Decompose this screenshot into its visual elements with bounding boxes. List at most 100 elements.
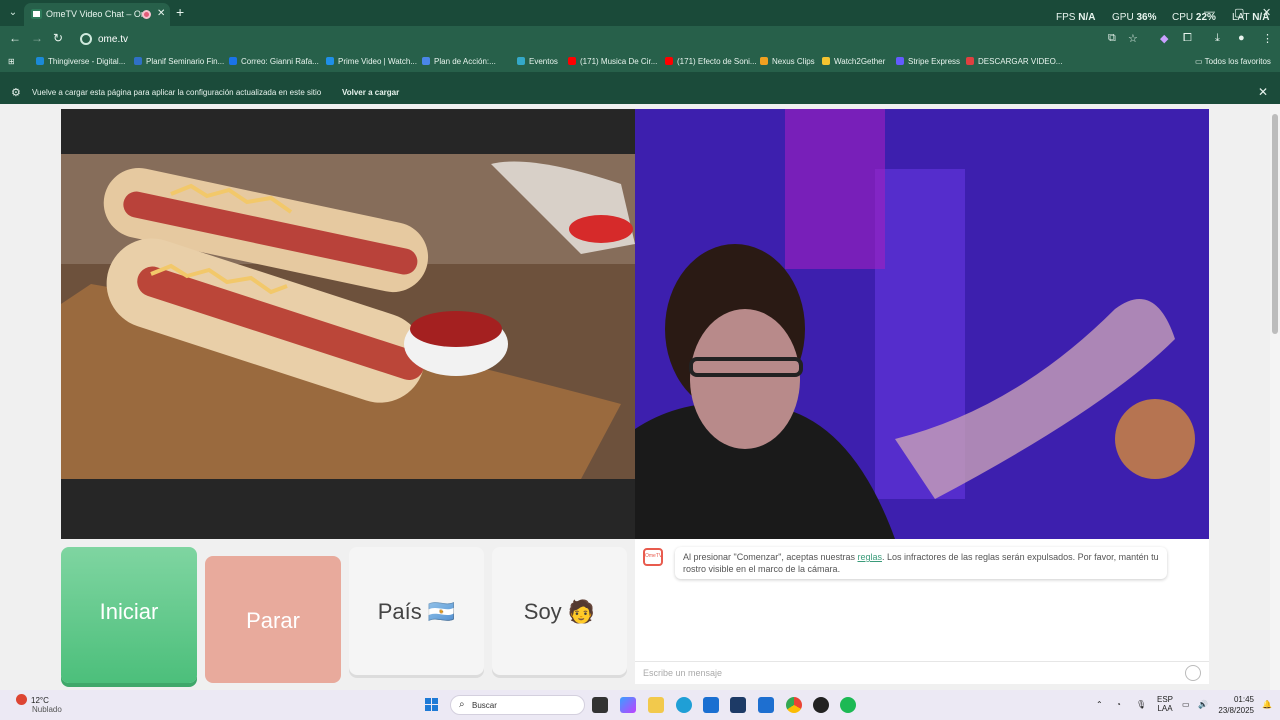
person-emoji-icon: 🧑 — [567, 599, 596, 624]
ometv-favicon — [31, 9, 42, 19]
watch2gether-icon — [822, 57, 830, 65]
back-arrow-icon[interactable]: ← — [9, 31, 21, 45]
language-indicator[interactable]: ESP LAA — [1157, 695, 1173, 713]
bookmark-prime-video[interactable]: Prime Video | Watch... — [326, 57, 417, 66]
page-scrollbar[interactable] — [1270, 104, 1280, 690]
start-button-label: Iniciar — [99, 599, 159, 624]
minimize-button[interactable]: — — [1204, 6, 1215, 18]
tab-close-icon[interactable]: ✕ — [157, 8, 165, 19]
notifications-icon[interactable]: 🔔 — [1262, 700, 1272, 709]
microphone-icon[interactable]: 🎙 — [1136, 700, 1146, 709]
tab-search-button[interactable]: ⌄ — [4, 4, 22, 22]
bookmark-efecto[interactable]: (171) Efecto de Soni... — [665, 57, 757, 66]
thingiverse-icon — [36, 57, 44, 65]
argentina-flag-icon: 🇦🇷 — [427, 599, 456, 624]
bookmarks-bar: ⊞ Thingiverse - Digital... Planif Semina… — [0, 52, 1280, 72]
clock-date: 23/8/2025 — [1218, 706, 1254, 715]
spotify-icon[interactable] — [840, 697, 856, 713]
weather-icon — [16, 694, 27, 705]
bookmark-eventos[interactable]: Eventos — [517, 57, 558, 66]
hotdog-photo — [61, 154, 635, 479]
system-clock[interactable]: 01:45 23/8/2025 — [1214, 694, 1254, 716]
toolbar-divider — [0, 72, 1280, 80]
download-icon — [966, 57, 974, 65]
emoji-icon[interactable] — [1185, 665, 1201, 681]
cast-icon[interactable]: ⧉ — [1108, 32, 1116, 45]
menu-dots-icon[interactable]: ⋮ — [1262, 32, 1273, 45]
task-view-icon[interactable] — [592, 697, 608, 713]
stripe-icon — [896, 57, 904, 65]
bookmark-musica[interactable]: (171) Musica De Cir... — [568, 57, 657, 66]
downloads-icon[interactable]: ⤓ — [1215, 32, 1220, 45]
infobar-close-icon[interactable]: ✕ — [1258, 85, 1268, 99]
eventos-icon — [517, 57, 525, 65]
stop-button[interactable]: Parar — [205, 556, 341, 683]
bookmark-thingiverse[interactable]: Thingiverse - Digital... — [36, 57, 125, 66]
outlook-app-icon[interactable] — [703, 697, 719, 713]
reload-page-button[interactable]: Volver a cargar — [342, 88, 399, 97]
store-icon[interactable] — [730, 697, 746, 713]
gpu-readout: GPU 36% — [1112, 12, 1157, 23]
bookmark-plan-accion[interactable]: Plan de Acción:... — [422, 57, 496, 66]
weather-condition: Nublado — [32, 705, 62, 714]
self-camera-video — [635, 109, 1209, 539]
extensions-icon[interactable]: ⧠ — [1183, 32, 1192, 45]
copilot-icon[interactable]: ◆ — [1160, 32, 1168, 45]
rules-notice: Al presionar "Comenzar", aceptas nuestra… — [675, 547, 1167, 579]
youtube-icon — [665, 57, 673, 65]
tray-overflow-icon[interactable]: ⌃ — [1096, 700, 1103, 709]
site-info-icon[interactable] — [80, 33, 92, 45]
apps-grid-icon[interactable]: ⊞ — [8, 57, 15, 66]
settings-gear-icon: ⚙ — [11, 87, 21, 99]
profile-avatar-icon[interactable]: ● — [1238, 32, 1245, 44]
network-icon[interactable]: ▭ — [1182, 700, 1190, 709]
new-tab-button[interactable]: + — [176, 4, 184, 20]
windows-start-icon[interactable] — [425, 698, 439, 712]
copilot-app-icon[interactable] — [620, 697, 636, 713]
temperature: 12°C — [31, 696, 49, 705]
clock-time: 01:45 — [1233, 695, 1254, 704]
file-explorer-icon[interactable] — [648, 697, 664, 713]
reload-icon[interactable]: ↻ — [53, 31, 63, 45]
volume-icon[interactable]: 🔊 — [1198, 700, 1208, 709]
bookmark-planif[interactable]: Planif Seminario Fin... — [134, 57, 224, 66]
ometv-logo-icon: OmeTV — [643, 548, 663, 566]
bookmark-stripe[interactable]: Stripe Express — [896, 57, 960, 66]
start-button[interactable]: Iniciar — [61, 547, 197, 683]
folder-icon: ▭ — [1195, 57, 1205, 66]
reload-infobar: ⚙ Vuelve a cargar esta página para aplic… — [0, 80, 1280, 104]
active-tab[interactable]: OmeTV Video Chat – Ome ✕ — [24, 3, 170, 26]
weather-widget[interactable]: 12°C Nublado — [16, 694, 62, 714]
cpu-label: CPU — [1172, 12, 1194, 23]
trello-icon — [134, 57, 142, 65]
bookmark-nexus-clips[interactable]: Nexus Clips — [760, 57, 815, 66]
bookmark-correo[interactable]: Correo: Gianni Rafa... — [229, 57, 319, 66]
nexus-icon — [760, 57, 768, 65]
address-bar[interactable]: ome.tv — [72, 29, 1152, 50]
rules-link[interactable]: reglas — [857, 552, 882, 562]
taskbar-search-placeholder: Buscar — [472, 701, 497, 710]
obs-icon[interactable] — [813, 697, 829, 713]
chat-input[interactable]: Escribe un mensaje — [635, 661, 1209, 684]
maximize-button[interactable]: ▢ — [1234, 6, 1244, 19]
scrollbar-thumb[interactable] — [1272, 114, 1278, 334]
all-favorites[interactable]: ▭ Todos los favoritos — [1195, 57, 1271, 66]
tray-app-icon[interactable]: ◔ — [1116, 700, 1121, 709]
gender-button[interactable]: Soy 🧑 — [492, 547, 627, 675]
gpu-value: 36 — [1136, 12, 1148, 23]
url-text: ome.tv — [98, 34, 129, 45]
gpu-label: GPU — [1112, 12, 1134, 23]
terminal-icon[interactable] — [758, 697, 774, 713]
edge-icon[interactable] — [676, 697, 692, 713]
bookmark-watch2gether[interactable]: Watch2Gether — [822, 57, 885, 66]
search-icon: ⌕ — [459, 699, 465, 710]
chat-input-placeholder: Escribe un mensaje — [643, 668, 723, 678]
forward-arrow-icon[interactable]: → — [31, 31, 43, 45]
chrome-icon[interactable] — [786, 697, 802, 713]
windows-taskbar: 12°C Nublado ⌕ Buscar ⌃ ◔ 🎙 ESP LAA ▭ 🔊 … — [0, 690, 1280, 720]
bookmark-star-icon[interactable]: ☆ — [1128, 32, 1138, 45]
bookmark-descargar[interactable]: DESCARGAR VIDEO... — [966, 57, 1062, 66]
taskbar-search[interactable]: ⌕ Buscar — [450, 695, 585, 715]
country-button[interactable]: País 🇦🇷 — [349, 547, 484, 675]
window-close-button[interactable]: ✕ — [1262, 6, 1271, 19]
